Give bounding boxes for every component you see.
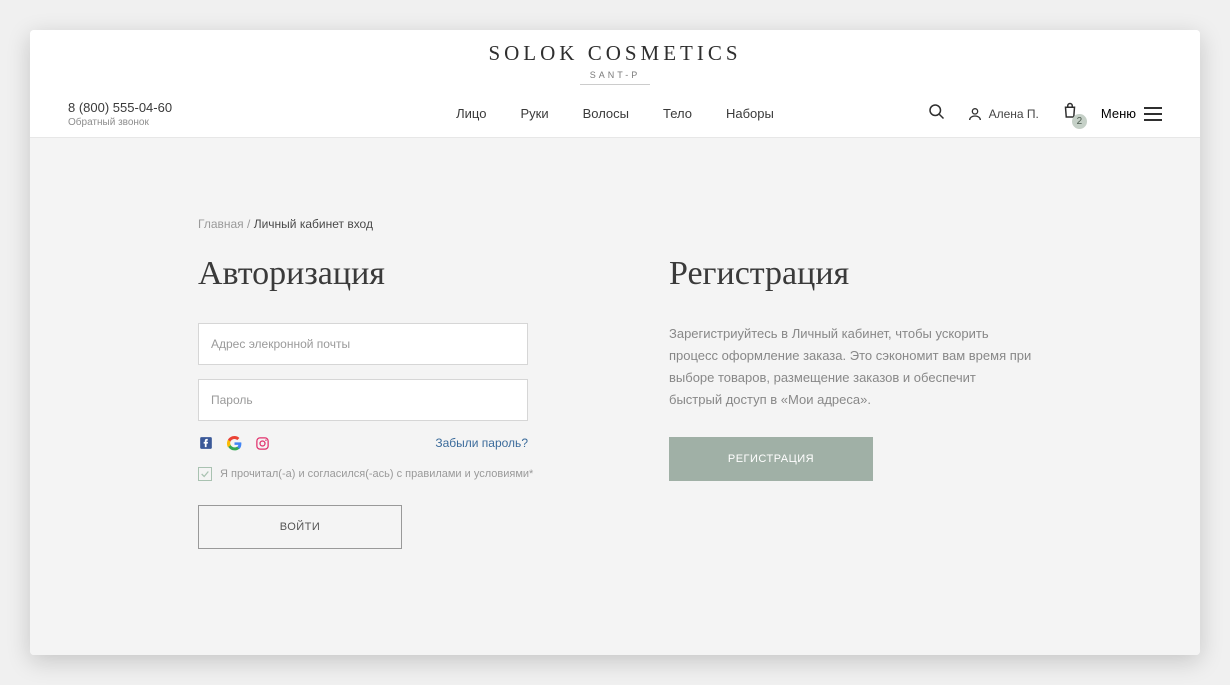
facebook-icon[interactable] (198, 435, 214, 451)
agree-row: Я прочитал(-а) и согласился(-ась) с прав… (198, 467, 561, 481)
agree-label: Я прочитал(-а) и согласился(-ась) с прав… (220, 468, 533, 480)
auth-column: Авторизация Забыл (198, 255, 561, 549)
register-title: Регистрация (669, 255, 1032, 293)
email-field[interactable] (198, 323, 528, 365)
nav-sets[interactable]: Наборы (726, 106, 774, 121)
agree-checkbox[interactable] (198, 467, 212, 481)
breadcrumb-home[interactable]: Главная (198, 217, 244, 231)
account-name: Алена П. (989, 107, 1039, 121)
menu-label: Меню (1101, 106, 1136, 121)
brand-block: SOLOK COSMETICS SANT-P (488, 30, 741, 90)
nav-hands[interactable]: Руки (520, 106, 548, 121)
columns: Авторизация Забыл (198, 255, 1032, 549)
account-link[interactable]: Алена П. (967, 106, 1039, 122)
login-button[interactable]: ВОЙТИ (198, 505, 402, 549)
main-nav: Лицо Руки Волосы Тело Наборы (456, 106, 774, 121)
callback-link[interactable]: Обратный звонок (68, 117, 268, 128)
register-column: Регистрация Зарегистриуйтесь в Личный ка… (669, 255, 1032, 481)
nav-body[interactable]: Тело (663, 106, 692, 121)
menu-button[interactable]: Меню (1101, 106, 1162, 121)
brand-subtitle: SANT-P (580, 71, 651, 85)
page-content: Главная / Личный кабинет вход Авторизаци… (30, 138, 1200, 549)
nav-face[interactable]: Лицо (456, 106, 486, 121)
social-row: Забыли пароль? (198, 435, 528, 451)
google-icon[interactable] (226, 435, 242, 451)
burger-icon (1144, 107, 1162, 121)
forgot-password-link[interactable]: Забыли пароль? (435, 436, 528, 450)
social-icons (198, 435, 270, 451)
cart-button[interactable]: 2 (1061, 102, 1079, 125)
password-field[interactable] (198, 379, 528, 421)
register-text: Зарегистриуйтесь в Личный кабинет, чтобы… (669, 323, 1032, 411)
header-brand-row: SOLOK COSMETICS SANT-P (30, 30, 1200, 90)
breadcrumb: Главная / Личный кабинет вход (198, 138, 1032, 255)
search-icon[interactable] (927, 102, 945, 125)
register-button[interactable]: РЕГИСТРАЦИЯ (669, 437, 873, 481)
page-frame: SOLOK COSMETICS SANT-P 8 (800) 555-04-60… (30, 30, 1200, 655)
nav-hair[interactable]: Волосы (583, 106, 629, 121)
header-nav-row: 8 (800) 555-04-60 Обратный звонок Лицо Р… (30, 90, 1200, 138)
phone-number[interactable]: 8 (800) 555-04-60 (68, 100, 268, 115)
auth-title: Авторизация (198, 255, 561, 293)
breadcrumb-sep: / (244, 217, 254, 231)
brand-name: SOLOK COSMETICS (488, 42, 741, 65)
header-tools: Алена П. 2 Меню (927, 102, 1162, 125)
phone-block: 8 (800) 555-04-60 Обратный звонок (68, 100, 268, 128)
cart-count-badge: 2 (1072, 114, 1087, 129)
instagram-icon[interactable] (254, 435, 270, 451)
breadcrumb-current: Личный кабинет вход (254, 217, 373, 231)
